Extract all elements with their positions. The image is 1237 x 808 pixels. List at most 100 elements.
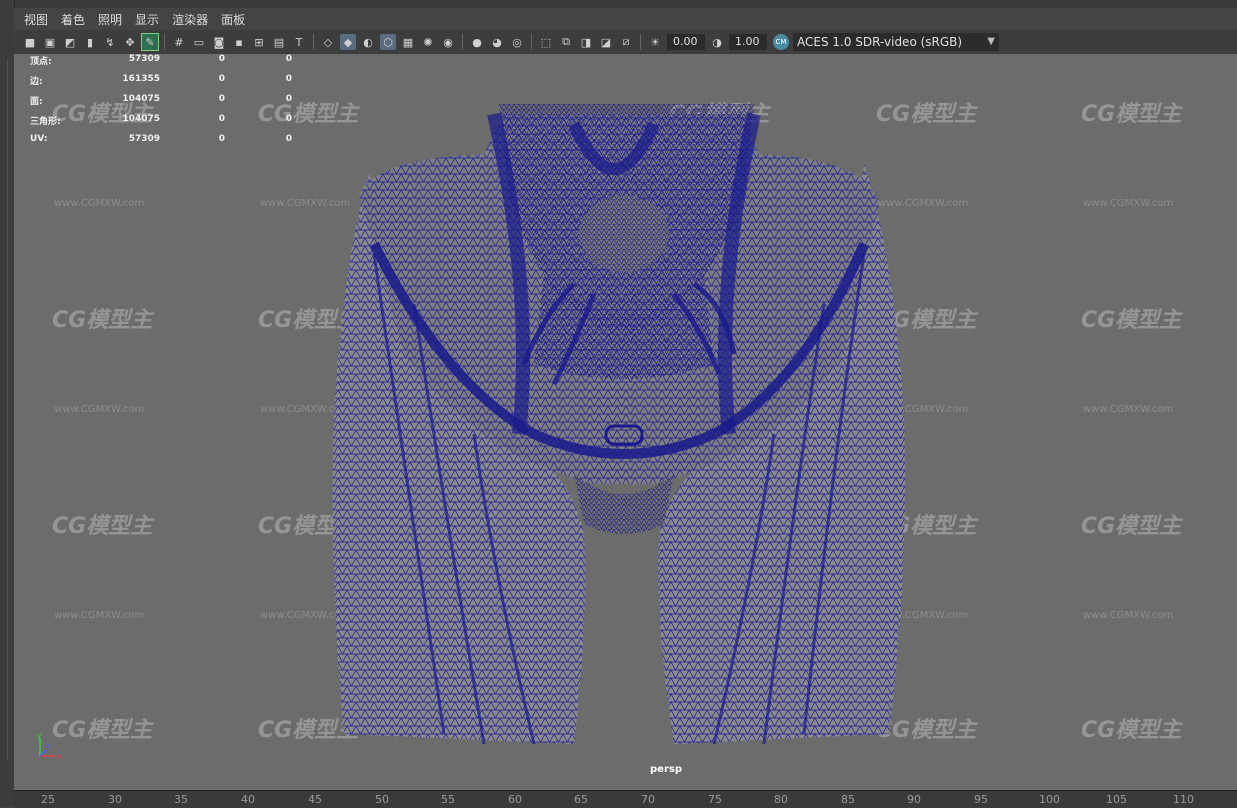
hud-row-faces: 面: 104075 0 0 — [30, 94, 300, 114]
ruler-tick: 85 — [841, 793, 855, 806]
hud-value: 104075 — [122, 114, 160, 124]
color-space-dropdown[interactable]: ACES 1.0 SDR-video (sRGB) ▼ — [793, 33, 999, 51]
field-chart-icon[interactable]: ⊞ — [251, 34, 267, 50]
ruler-tick: 65 — [574, 793, 588, 806]
hud-value: 104075 — [122, 94, 160, 104]
camera-attr-icon[interactable]: ▣ — [42, 34, 58, 50]
camera-icon[interactable]: ■ — [22, 34, 38, 50]
bookmark2-icon[interactable]: ▮ — [82, 34, 98, 50]
ruler-tick: 45 — [308, 793, 322, 806]
hud-value: 0 — [218, 134, 225, 144]
lights-icon[interactable]: ✺ — [420, 34, 436, 50]
hud-value: 0 — [285, 74, 292, 84]
hud-value: 161355 — [122, 74, 160, 84]
xray-joints-icon[interactable]: ◨ — [578, 34, 594, 50]
ruler-tick: 40 — [241, 793, 255, 806]
ruler-tick: 30 — [108, 793, 122, 806]
chevron-down-icon: ▼ — [987, 36, 995, 47]
hud-value: 0 — [218, 74, 225, 84]
ruler-tick: 25 — [41, 793, 55, 806]
axis-y-label: y — [37, 734, 41, 740]
gamma-field[interactable]: 1.00 — [729, 34, 767, 50]
safe-action-icon[interactable]: ▤ — [271, 34, 287, 50]
hud-value: 57309 — [128, 54, 160, 64]
ruler-tick: 100 — [1039, 793, 1060, 806]
ruler-tick: 80 — [774, 793, 788, 806]
snap-icon[interactable]: ↯ — [102, 34, 118, 50]
pelvis-wireframe-mesh[interactable] — [14, 54, 1237, 790]
window-top-frame — [14, 0, 1237, 8]
hud-row-edges: 边: 161355 0 0 — [30, 74, 300, 94]
time-ruler[interactable]: 25 30 35 40 45 50 55 60 65 70 75 80 85 9… — [14, 790, 1237, 808]
hud-row-uvs: UV: 57309 0 0 — [30, 134, 300, 154]
ruler-tick: 75 — [708, 793, 722, 806]
ambient-occlusion-icon[interactable]: ● — [469, 34, 485, 50]
antialias-icon[interactable]: ◎ — [509, 34, 525, 50]
ruler-tick: 110 — [1173, 793, 1194, 806]
panel-toolbar: ■ ▣ ◩ ▮ ↯ ✥ ✎ # ▭ ◙ ▪ ⊞ ▤ T ◇ ◆ ◐ ⬡ ▦ ✺ … — [14, 30, 1237, 54]
axis-x-label: x — [57, 753, 61, 761]
menu-panels[interactable]: 面板 — [221, 11, 245, 28]
wireframe-on-shaded-icon[interactable]: ⬡ — [380, 34, 396, 50]
color-management-icon[interactable]: CM — [773, 34, 789, 50]
grease-pencil-icon[interactable]: ✎ — [141, 33, 159, 51]
persp-viewport[interactable]: CG模型主 CG模型主 CG模型主 CG模型主 CG模型主 CG模型主 CG模型… — [14, 54, 1237, 790]
menu-lighting[interactable]: 照明 — [98, 11, 122, 28]
textured-icon[interactable]: ▦ — [400, 34, 416, 50]
gate-mask-icon[interactable]: ▪ — [231, 34, 247, 50]
ruler-tick: 50 — [375, 793, 389, 806]
bookmark-icon[interactable]: ◩ — [62, 34, 78, 50]
hud-value: 0 — [218, 94, 225, 104]
smooth-shade-icon[interactable]: ◆ — [340, 34, 356, 50]
resolution-gate-icon[interactable]: ◙ — [211, 34, 227, 50]
gamma-icon[interactable]: ◑ — [709, 34, 725, 50]
ruler-tick: 55 — [441, 793, 455, 806]
hud-label: 顶点: — [30, 57, 52, 67]
ruler-tick: 70 — [641, 793, 655, 806]
ruler-tick: 90 — [907, 793, 921, 806]
menu-renderer[interactable]: 渲染器 — [172, 11, 208, 28]
axis-z-label: z — [46, 742, 50, 750]
hud-label: 三角形: — [30, 117, 61, 127]
hud-value: 0 — [285, 94, 292, 104]
backface-icon[interactable]: ⧄ — [618, 34, 634, 50]
mesh-body — [332, 104, 905, 745]
hud-value: 0 — [285, 54, 292, 64]
hud-row-triangles: 三角形: 104075 0 0 — [30, 114, 300, 134]
axis-gizmo-icon: x y z — [37, 734, 61, 761]
motion-blur-icon[interactable]: ◕ — [489, 34, 505, 50]
panel-menubar: 视图 着色 照明 显示 渲染器 面板 — [14, 8, 1237, 30]
color-space-value: ACES 1.0 SDR-video (sRGB) — [797, 35, 963, 49]
safe-title-icon[interactable]: T — [291, 34, 307, 50]
left-panel-edge — [0, 0, 15, 807]
hud-value: 57309 — [128, 134, 160, 144]
menu-view[interactable]: 视图 — [24, 11, 48, 28]
hud-label: UV: — [30, 134, 48, 144]
film-gate-icon[interactable]: ▭ — [191, 34, 207, 50]
exposure-field[interactable]: 0.00 — [667, 34, 705, 50]
poly-count-hud: 顶点: 57309 0 0 边: 161355 0 0 面: 104075 0 … — [30, 54, 300, 154]
hud-label: 面: — [30, 97, 43, 107]
shadows-icon[interactable]: ◉ — [440, 34, 456, 50]
2d-pan-icon[interactable]: ✥ — [122, 34, 138, 50]
menu-show[interactable]: 显示 — [135, 11, 159, 28]
menu-shading[interactable]: 着色 — [61, 11, 85, 28]
ruler-tick: 35 — [174, 793, 188, 806]
hud-value: 0 — [285, 134, 292, 144]
ruler-tick: 95 — [974, 793, 988, 806]
xray-components-icon[interactable]: ◪ — [598, 34, 614, 50]
default-material-icon[interactable]: ◐ — [360, 34, 376, 50]
hud-row-vertices: 顶点: 57309 0 0 — [30, 54, 300, 74]
exposure-icon[interactable]: ☀ — [647, 34, 663, 50]
wireframe-icon[interactable]: ◇ — [320, 34, 336, 50]
camera-name-label: persp — [650, 764, 682, 775]
hud-value: 0 — [218, 114, 225, 124]
hud-label: 边: — [30, 77, 43, 87]
isolate-icon[interactable]: ⬚ — [538, 34, 554, 50]
hud-value: 0 — [285, 114, 292, 124]
grid-icon[interactable]: # — [171, 34, 187, 50]
ruler-tick: 60 — [508, 793, 522, 806]
hud-value: 0 — [218, 54, 225, 64]
ruler-tick: 105 — [1106, 793, 1127, 806]
xray-icon[interactable]: ⧉ — [558, 34, 574, 50]
